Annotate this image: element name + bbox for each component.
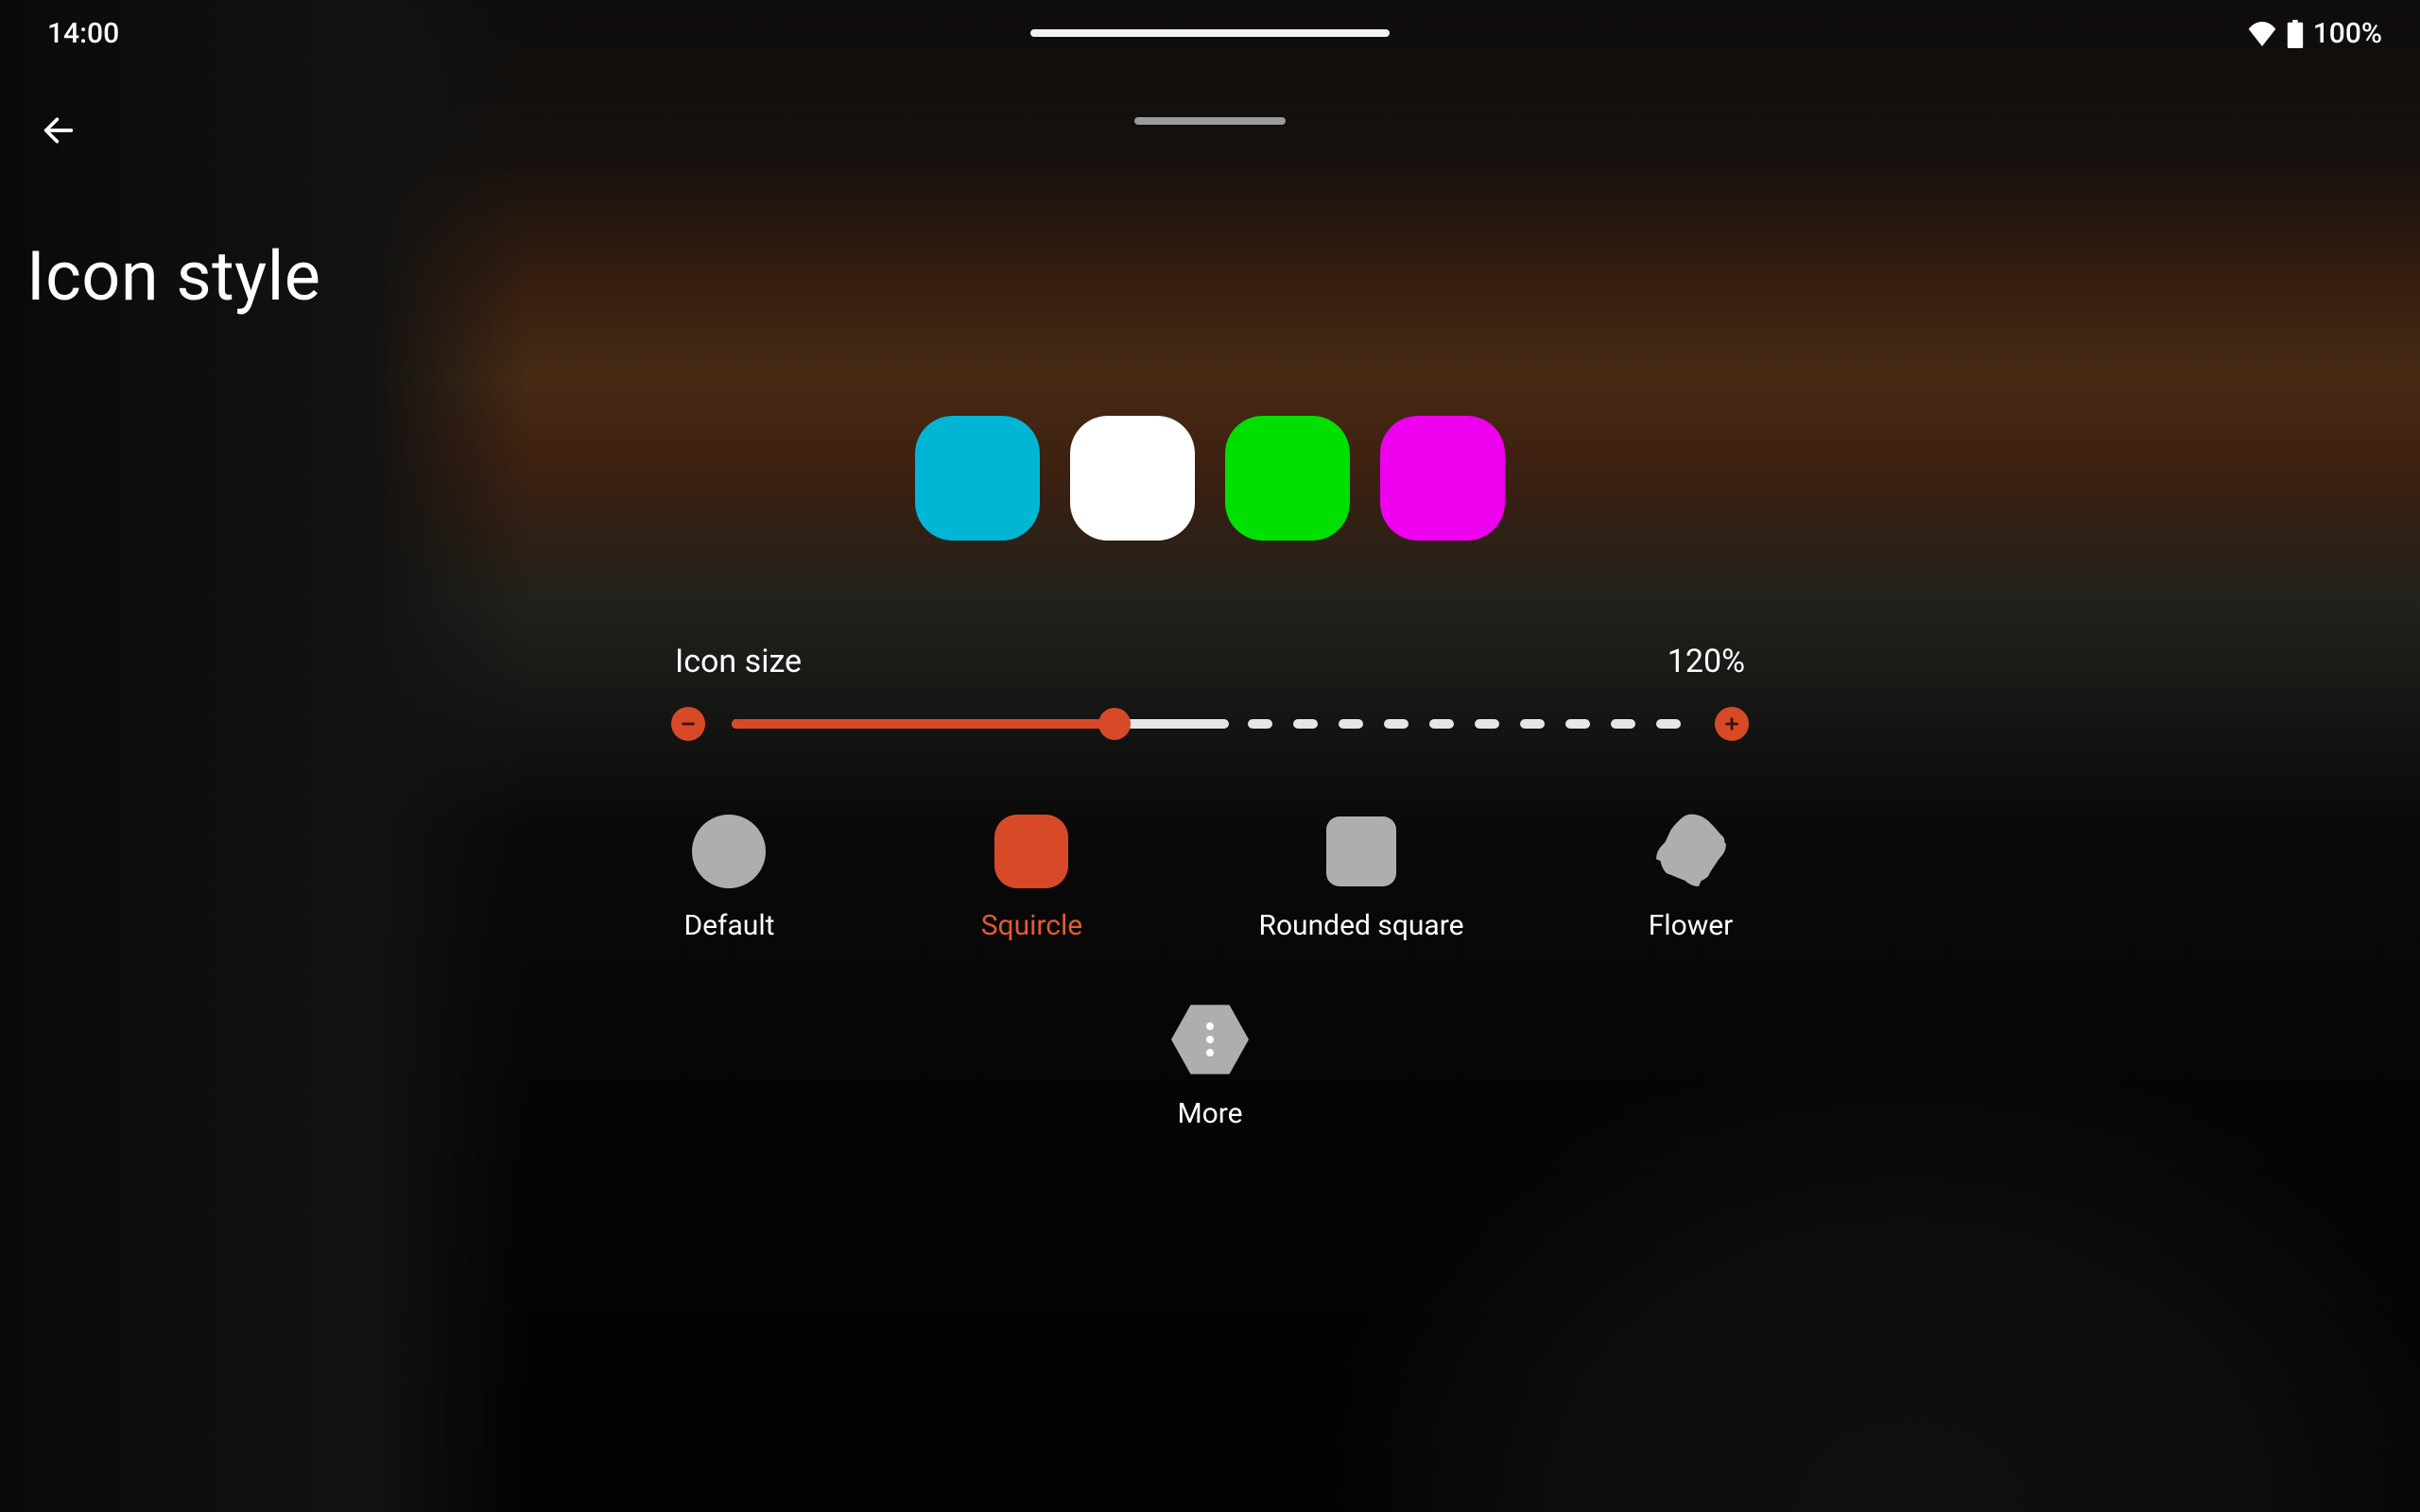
slider-track-dashes <box>1248 719 1681 729</box>
decrease-button[interactable] <box>671 707 705 741</box>
battery-icon <box>2287 20 2304 48</box>
shape-options: Default Squircle Rounded square Flower M… <box>643 813 1777 1130</box>
navigation-handle[interactable] <box>1030 29 1390 37</box>
preview-icon <box>1225 416 1350 541</box>
squircle-icon <box>993 813 1070 890</box>
shape-label: Flower <box>1649 909 1734 942</box>
shape-label: More <box>1177 1097 1242 1130</box>
icon-preview-row <box>915 416 1505 541</box>
preview-icon <box>915 416 1040 541</box>
icon-size-label: Icon size <box>675 643 802 680</box>
status-battery-pct: 100% <box>2313 17 2382 50</box>
preview-icon <box>1380 416 1505 541</box>
shape-label: Default <box>683 909 774 942</box>
icon-size-slider[interactable] <box>732 717 1688 730</box>
flower-icon <box>1652 813 1730 890</box>
slider-track-fill <box>732 719 1115 729</box>
shape-option-default[interactable]: Default <box>653 813 804 942</box>
minus-icon <box>678 713 699 734</box>
icon-size-section: Icon size 120% <box>671 643 1749 741</box>
increase-button[interactable] <box>1715 707 1749 741</box>
shape-label: Rounded square <box>1258 909 1463 942</box>
rounded-square-icon <box>1322 813 1400 890</box>
hexagon-more-icon <box>1171 1001 1249 1078</box>
shape-option-rounded-square[interactable]: Rounded square <box>1258 813 1463 942</box>
circle-icon <box>690 813 768 890</box>
status-time: 14:00 <box>47 17 119 50</box>
status-bar: 14:00 100% <box>0 0 2420 50</box>
wifi-icon <box>2247 22 2277 46</box>
page-title: Icon style <box>26 236 320 317</box>
shape-option-more[interactable]: More <box>1134 1001 1286 1130</box>
shape-option-flower[interactable]: Flower <box>1616 813 1767 942</box>
shape-label: Squircle <box>981 909 1083 942</box>
icon-size-value: 120% <box>1668 643 1745 680</box>
shape-option-squircle[interactable]: Squircle <box>956 813 1107 942</box>
preview-icon <box>1070 416 1195 541</box>
plus-icon <box>1721 713 1742 734</box>
drag-handle[interactable] <box>1134 117 1286 125</box>
slider-thumb[interactable] <box>1098 708 1131 740</box>
arrow-left-icon <box>40 112 78 149</box>
back-button[interactable] <box>30 102 87 159</box>
